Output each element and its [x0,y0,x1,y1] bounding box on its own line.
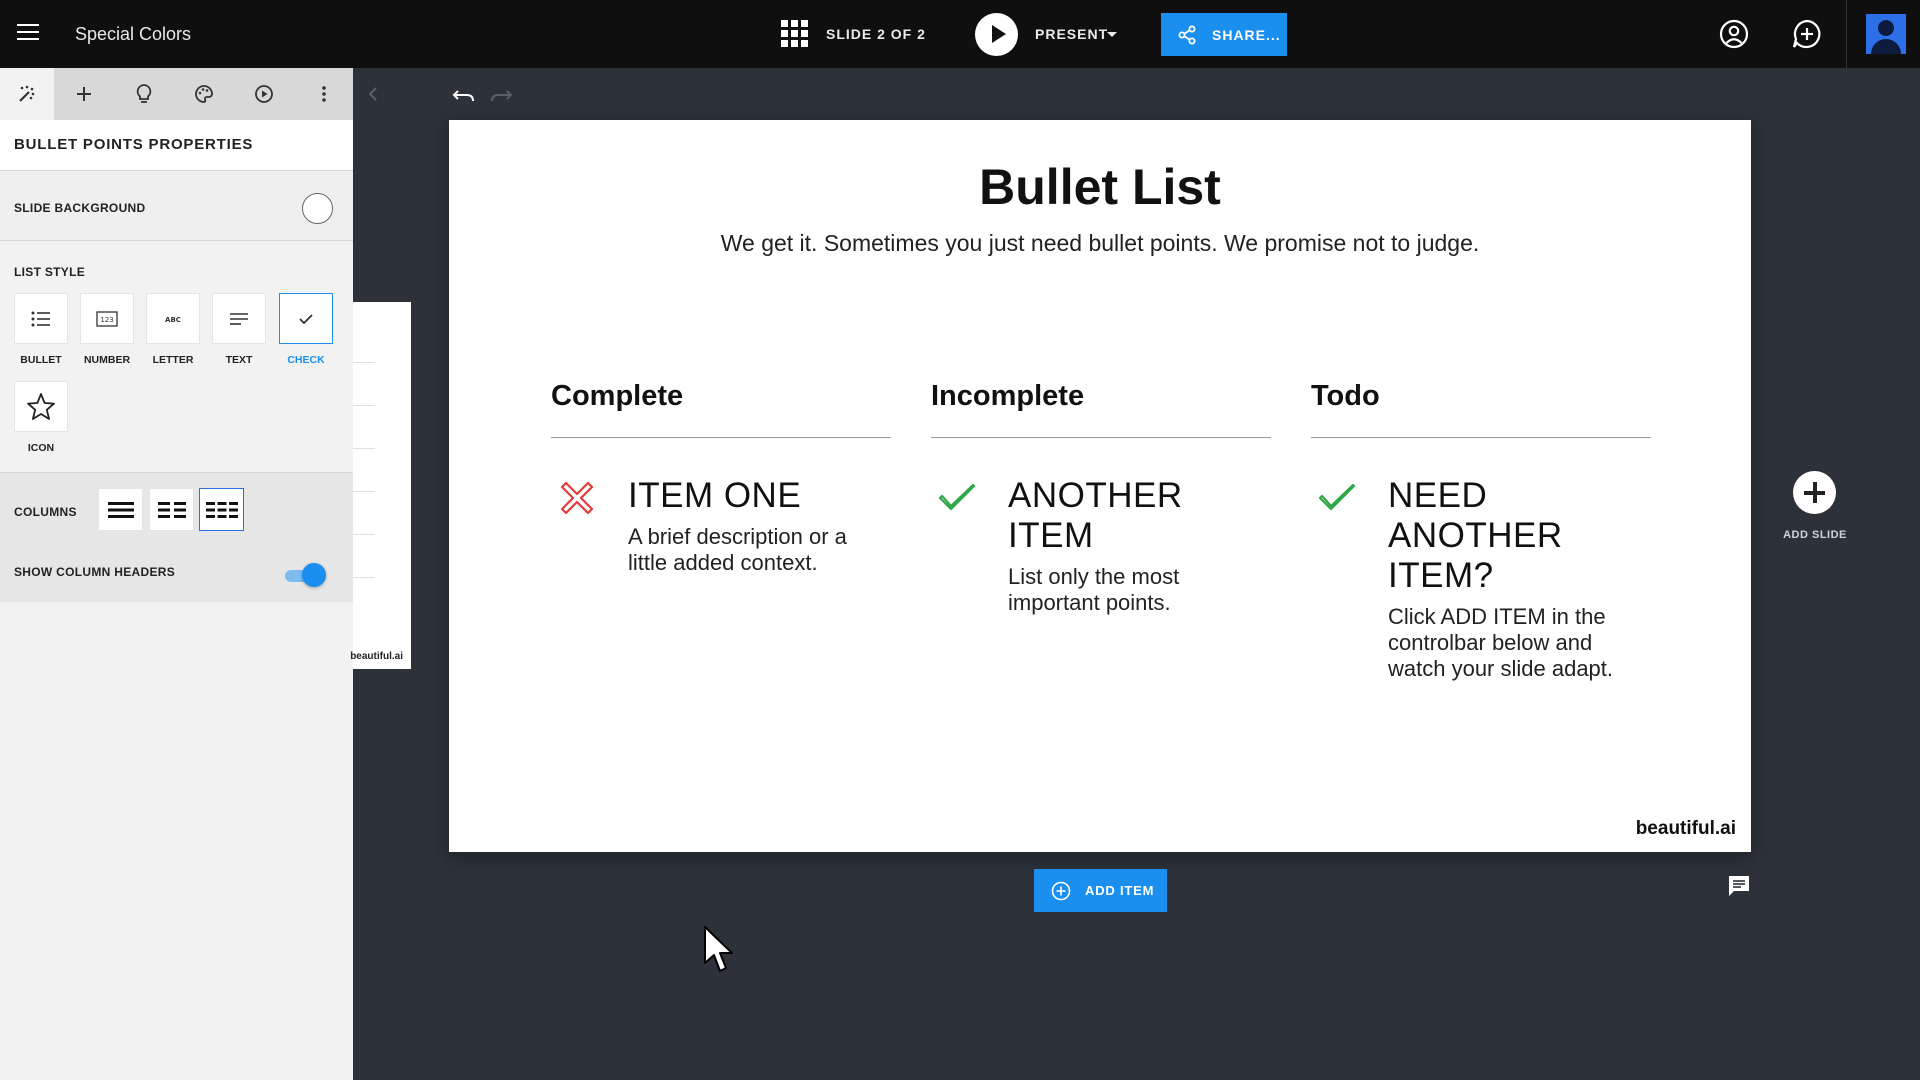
list-style-bullet[interactable]: BULLET [14,293,68,366]
top-bar: Special Colors SLIDE 2 OF 2 PRESENT SHAR… [0,0,1920,68]
list-item[interactable]: NEED ANOTHER ITEM? Click ADD ITEM in the… [1311,476,1651,682]
list-style-label: CHECK [287,354,325,366]
list-style-label: LIST STYLE [14,265,86,279]
check-icon [299,313,313,324]
panel-tabs [0,68,353,120]
column-header[interactable]: Todo [1311,380,1651,430]
brand-logo: beautiful.ai [1635,818,1736,839]
check-icon[interactable] [1317,478,1357,518]
list-style-label: NUMBER [83,354,131,366]
user-circle-icon[interactable] [1718,18,1750,50]
bullet-column[interactable]: Todo NEED ANOTHER ITEM? Click ADD ITEM i… [1311,380,1651,682]
check-icon[interactable] [937,478,977,518]
column-header[interactable]: Complete [551,380,891,430]
item-description[interactable]: Click ADD ITEM in the controlbar below a… [1388,604,1648,682]
list-style-number[interactable]: 123 NUMBER [80,293,134,366]
present-button[interactable]: PRESENT [1035,26,1108,42]
avatar[interactable] [1866,14,1906,54]
bullet-list-icon [31,311,50,326]
two-columns-icon [157,501,186,518]
add-circle-icon [1051,881,1071,901]
columns-section: COLUMNS SHOW COLUMN HEADERS [0,472,353,602]
slide-canvas[interactable]: Bullet List We get it. Sometimes you jus… [449,120,1751,852]
bullet-column[interactable]: Incomplete ANOTHER ITEM List only the mo… [931,380,1271,616]
play-circle-icon[interactable] [237,68,291,120]
more-vertical-icon[interactable] [297,68,351,120]
panel-header: BULLET POINTS PROPERTIES [0,120,353,170]
properties-panel: BULLET POINTS PROPERTIES SLIDE BACKGROUN… [0,68,353,1080]
slide-grid-icon[interactable] [781,20,808,47]
undo-icon[interactable] [452,86,476,104]
add-comment-icon[interactable] [1791,18,1823,50]
show-column-headers-label: SHOW COLUMN HEADERS [14,565,176,579]
lightbulb-icon[interactable] [117,68,171,120]
svg-text:ABC: ABC [165,316,181,324]
item-title[interactable]: ANOTHER ITEM [1008,476,1271,556]
share-icon [1178,25,1196,45]
add-slide-button[interactable] [1793,471,1836,514]
slide-subtitle[interactable]: We get it. Sometimes you just need bulle… [449,230,1751,257]
svg-text:123: 123 [100,316,113,324]
divider [1846,0,1847,68]
background-color-picker[interactable] [302,193,333,224]
add-item-label: ADD ITEM [1085,883,1155,898]
column-header[interactable]: Incomplete [931,380,1271,430]
slide-counter: SLIDE 2 OF 2 [826,26,926,42]
magic-wand-icon[interactable] [0,68,54,120]
share-label: SHARE... [1212,27,1281,43]
redo-icon[interactable] [489,86,513,104]
letter-list-icon: ABC [165,316,181,324]
item-title[interactable]: NEED ANOTHER ITEM? [1388,476,1588,596]
slide-background-label: SLIDE BACKGROUND [14,201,146,215]
slide-title[interactable]: Bullet List [449,158,1751,216]
play-button[interactable] [975,13,1018,56]
columns-1-option[interactable] [98,488,143,531]
list-style-label: LETTER [152,354,194,366]
one-column-icon [107,501,134,518]
slide-thumbnail[interactable]: beautiful.ai [350,302,411,669]
item-title[interactable]: ITEM ONE [628,476,891,516]
list-style-label: ICON [27,442,55,454]
add-slide-label: ADD SLIDE [1783,529,1847,541]
panel-title: BULLET POINTS PROPERTIES [14,136,254,153]
list-style-letter[interactable]: ABC LETTER [146,293,200,366]
item-description[interactable]: A brief description or a little added co… [628,524,891,576]
list-style-icon[interactable]: ICON [14,381,68,454]
mouse-pointer-icon [704,926,733,972]
list-style-label: TEXT [225,354,253,366]
palette-icon[interactable] [177,68,231,120]
text-lines-icon [230,312,248,325]
list-style-label: BULLET [20,354,62,366]
thumbnail-logo: beautiful.ai [350,651,403,662]
list-item[interactable]: ANOTHER ITEM List only the most importan… [931,476,1271,616]
show-column-headers-toggle[interactable] [285,562,327,588]
list-item[interactable]: ITEM ONE A brief description or a little… [551,476,891,576]
chevron-down-icon[interactable] [1107,32,1117,37]
share-button[interactable]: SHARE... [1161,13,1287,56]
star-icon [27,392,55,420]
divider [1311,437,1651,438]
notes-icon[interactable] [1727,874,1751,898]
three-columns-icon [205,501,238,518]
plus-icon[interactable] [57,68,111,120]
bullet-column[interactable]: Complete ITEM ONE A brief description or… [551,380,891,576]
document-title[interactable]: Special Colors [75,24,191,45]
menu-icon[interactable] [17,24,39,42]
cross-icon[interactable] [557,478,597,518]
columns-2-option[interactable] [149,488,194,531]
columns-label: COLUMNS [14,505,77,519]
list-style-text[interactable]: TEXT [212,293,266,366]
number-list-icon: 123 [96,310,118,327]
columns-3-option[interactable] [199,488,244,531]
collapse-panel-icon[interactable] [366,86,380,102]
divider [931,437,1271,438]
item-description[interactable]: List only the most important points. [1008,564,1271,616]
list-style-check[interactable]: CHECK [279,293,333,366]
add-item-button[interactable]: ADD ITEM [1034,869,1167,912]
divider [551,437,891,438]
